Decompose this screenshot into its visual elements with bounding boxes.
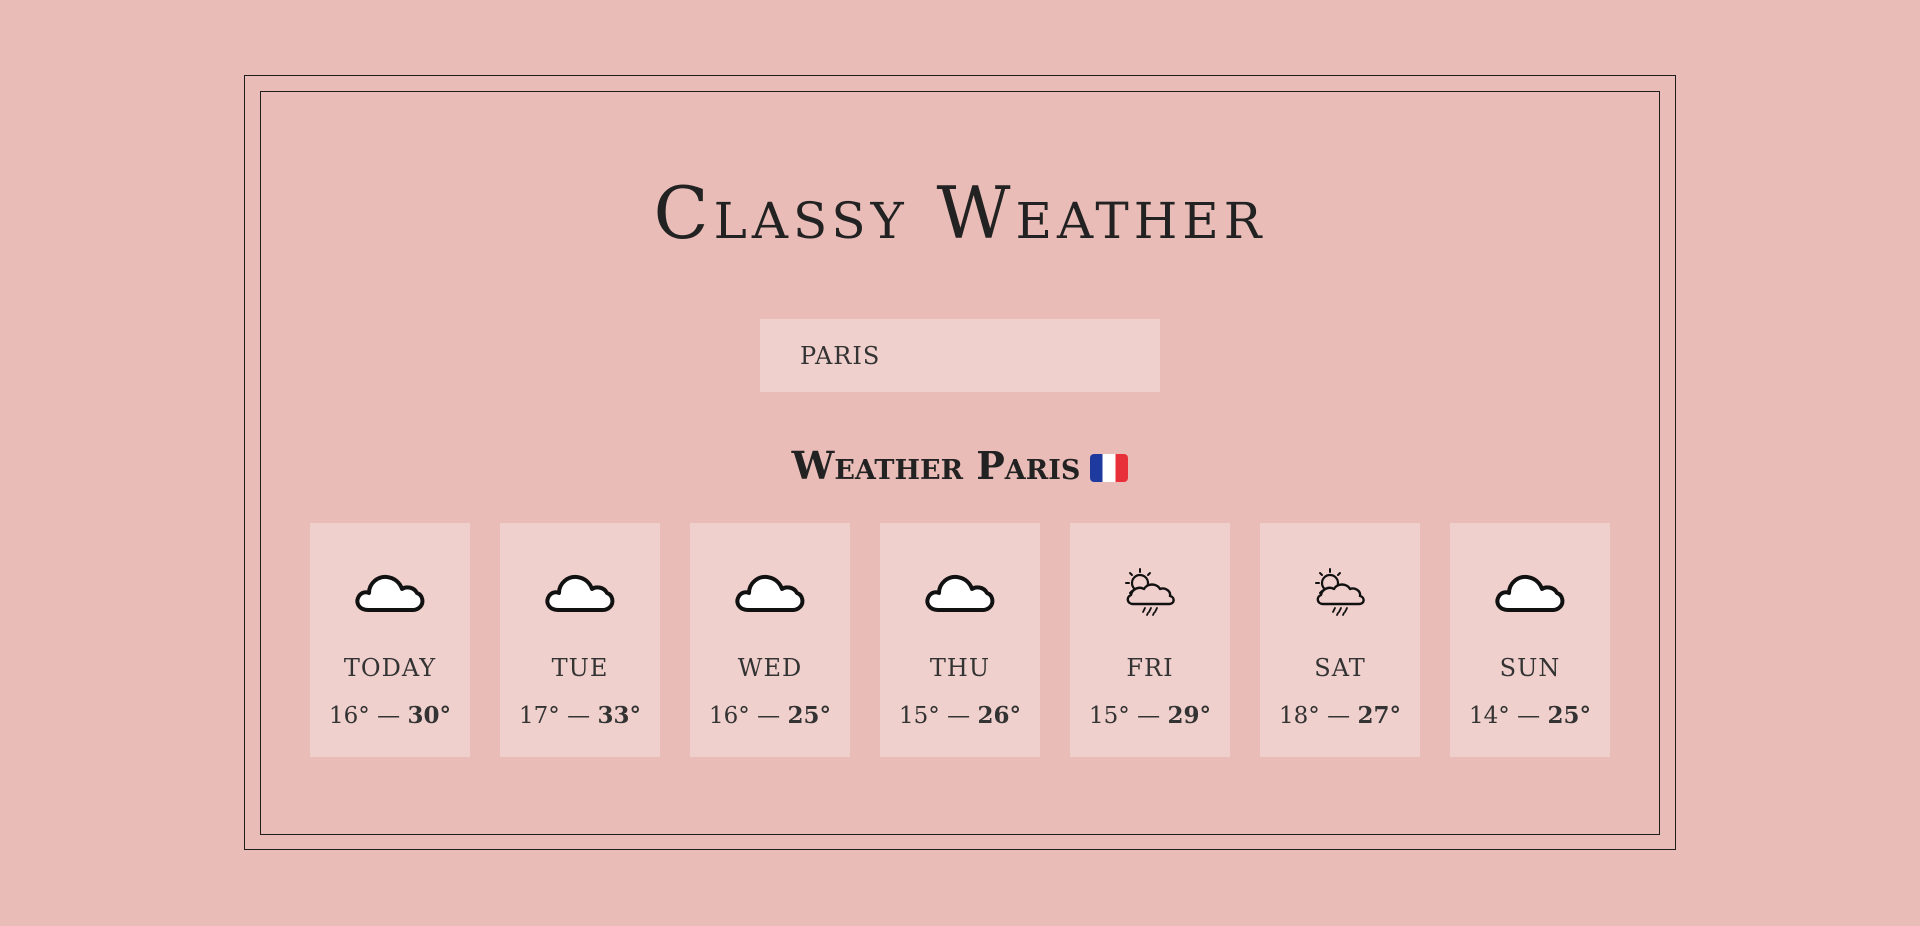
sun-cloud-rain-icon (1070, 563, 1230, 618)
temp-separator: — (369, 703, 408, 729)
forecast-max-temp: 29° (1167, 702, 1211, 729)
forecast-day-card: WED 16° — 25° (690, 523, 850, 757)
forecast-day-card: FRI 15° — 29° (1070, 523, 1230, 757)
forecast-day-name: WED (737, 654, 803, 682)
forecast-max-temp: 25° (1547, 702, 1591, 729)
forecast-min-temp: 16° (709, 703, 750, 729)
forecast-day-card: SUN 14° — 25° (1450, 523, 1610, 757)
forecast-min-temp: 14° (1469, 703, 1510, 729)
location-search-input[interactable] (760, 319, 1160, 392)
temp-separator: — (1509, 703, 1548, 729)
temp-separator: — (939, 703, 978, 729)
temp-separator: — (1129, 703, 1168, 729)
forecast-temperature-range: 17° — 33° (500, 701, 660, 731)
app-title: Classy Weather (653, 171, 1267, 255)
sun-cloud-rain-icon (1260, 563, 1420, 618)
forecast-temperature-range: 16° — 25° (690, 701, 850, 731)
forecast-min-temp: 18° (1279, 703, 1320, 729)
forecast-day-name: THU (929, 654, 991, 682)
forecast-temperature-range: 15° — 26° (880, 701, 1040, 731)
forecast-day-name: SAT (1314, 654, 1366, 682)
forecast-max-temp: 33° (597, 702, 641, 729)
temp-separator: — (749, 703, 788, 729)
forecast-max-temp: 26° (977, 702, 1021, 729)
france-flag-icon (1090, 454, 1129, 482)
cloud-icon (880, 563, 1040, 618)
cloud-icon (310, 563, 470, 618)
forecast-max-temp: 25° (787, 702, 831, 729)
forecast-temperature-range: 14° — 25° (1450, 701, 1610, 731)
forecast-min-temp: 15° (1089, 703, 1130, 729)
forecast-temperature-range: 16° — 30° (310, 701, 470, 731)
location-heading-text: Weather Paris (791, 443, 1081, 488)
cloud-icon (1450, 563, 1610, 618)
temp-separator: — (559, 703, 598, 729)
forecast-day-card: TODAY 16° — 30° (310, 523, 470, 757)
forecast-day-name: FRI (1126, 654, 1174, 682)
forecast-day-name: SUN (1499, 654, 1561, 682)
temp-separator: — (1319, 703, 1358, 729)
cloud-icon (690, 563, 850, 618)
forecast-day-card: THU 15° — 26° (880, 523, 1040, 757)
forecast-max-temp: 30° (407, 702, 451, 729)
forecast-temperature-range: 18° — 27° (1260, 701, 1420, 731)
forecast-min-temp: 15° (899, 703, 940, 729)
forecast-list: TODAY 16° — 30° TUE 17° — 33° WED 16° — … (310, 523, 1610, 757)
forecast-temperature-range: 15° — 29° (1070, 701, 1230, 731)
forecast-day-card: SAT 18° — 27° (1260, 523, 1420, 757)
forecast-min-temp: 16° (329, 703, 370, 729)
forecast-max-temp: 27° (1357, 702, 1401, 729)
forecast-day-name: TUE (551, 654, 609, 682)
cloud-icon (500, 563, 660, 618)
forecast-day-name: TODAY (343, 654, 437, 682)
forecast-min-temp: 17° (519, 703, 560, 729)
forecast-day-card: TUE 17° — 33° (500, 523, 660, 757)
location-heading: Weather Paris (0, 436, 1920, 496)
